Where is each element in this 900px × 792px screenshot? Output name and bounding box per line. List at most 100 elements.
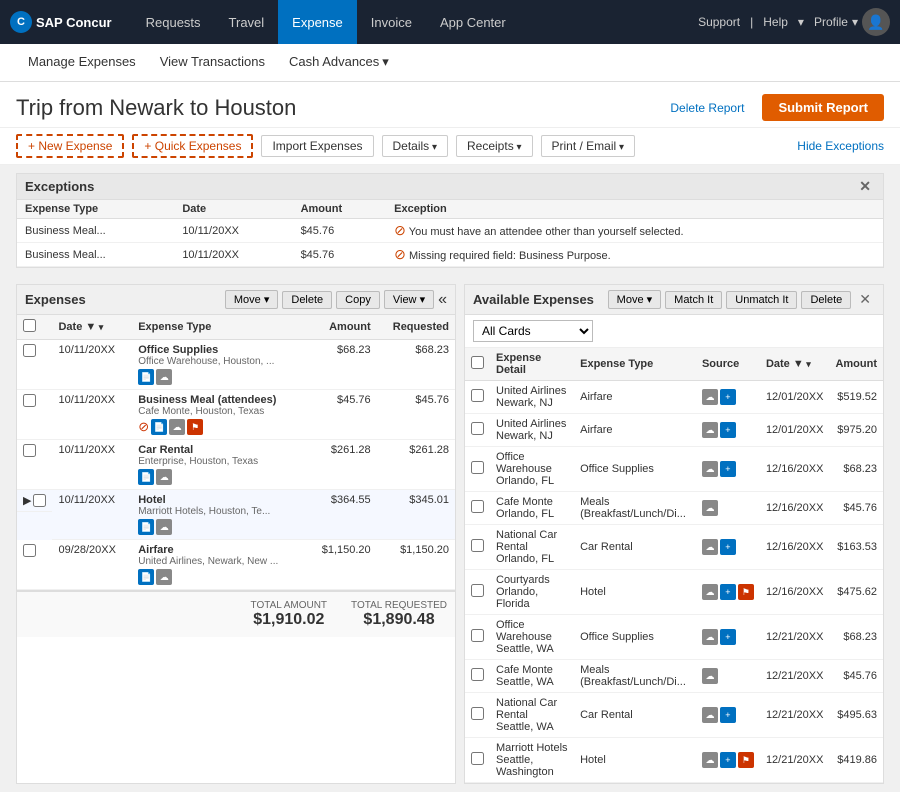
sub-nav-view-transactions[interactable]: View Transactions — [148, 44, 277, 82]
receipt-icon[interactable]: 📄 — [151, 419, 167, 435]
cloud-icon[interactable]: ☁ — [702, 752, 718, 768]
available-unmatch-button[interactable]: Unmatch It — [726, 291, 797, 309]
receipt-icon[interactable]: 📄 — [138, 569, 154, 585]
cloud-icon[interactable]: ☁ — [702, 539, 718, 555]
avail-checkbox-9[interactable] — [471, 752, 484, 765]
cloud-icon[interactable]: ☁ — [156, 569, 172, 585]
table-row: 10/11/20XX Office Supplies Office Wareho… — [17, 340, 455, 390]
cloud-icon[interactable]: ☁ — [702, 422, 718, 438]
receipt-icon[interactable]: 📄 — [138, 519, 154, 535]
collapse-icon[interactable]: « — [438, 291, 447, 309]
flag-icon[interactable]: ⚑ — [738, 752, 754, 768]
hide-exceptions-link[interactable]: Hide Exceptions — [797, 139, 884, 153]
nav-app-center[interactable]: App Center — [426, 0, 520, 44]
avail-checkbox-3[interactable] — [471, 500, 484, 513]
cloud-icon[interactable]: ☁ — [156, 519, 172, 535]
nav-invoice[interactable]: Invoice — [357, 0, 426, 44]
row-checkbox-3[interactable] — [23, 444, 36, 457]
receipt-icon[interactable]: 📄 — [138, 369, 154, 385]
plus-icon[interactable]: + — [720, 461, 736, 477]
expand-icon[interactable]: ▶ — [23, 494, 31, 507]
avail-checkbox-5[interactable] — [471, 584, 484, 597]
row-type-4: Hotel Marriott Hotels, Houston, Te... 📄 … — [132, 490, 307, 540]
flag-icon[interactable]: ⚑ — [738, 584, 754, 600]
flag-icon[interactable]: ⚑ — [187, 419, 203, 435]
exception-amount-2: $45.76 — [293, 243, 387, 267]
icon-row-5: 📄 ☁ — [138, 569, 301, 585]
table-row: 10/11/20XX Car Rental Enterprise, Housto… — [17, 440, 455, 490]
receipts-button[interactable]: Receipts — [456, 135, 533, 157]
plus-icon[interactable]: + — [720, 629, 736, 645]
sub-nav-manage-expenses[interactable]: Manage Expenses — [16, 44, 148, 82]
row-date-5: 09/28/20XX — [52, 540, 132, 590]
print-email-button[interactable]: Print / Email — [541, 135, 636, 157]
row-checkbox-2[interactable] — [23, 394, 36, 407]
row-checkbox-1[interactable] — [23, 344, 36, 357]
row-checkbox-5[interactable] — [23, 544, 36, 557]
nav-travel[interactable]: Travel — [215, 0, 279, 44]
avail-select-all[interactable] — [471, 356, 484, 369]
plus-icon[interactable]: + — [720, 584, 736, 600]
delete-report-button[interactable]: Delete Report — [662, 97, 752, 119]
cloud-icon[interactable]: ☁ — [702, 584, 718, 600]
total-amount-value: $1,910.02 — [251, 611, 328, 629]
plus-icon[interactable]: + — [720, 539, 736, 555]
avail-row-date: 12/16/20XX — [760, 570, 830, 615]
plus-icon[interactable]: + — [720, 389, 736, 405]
plus-icon[interactable]: + — [720, 752, 736, 768]
plus-icon[interactable]: + — [720, 422, 736, 438]
new-expense-button[interactable]: + New Expense — [16, 134, 124, 158]
row-requested-5: $1,150.20 — [377, 540, 455, 590]
expenses-copy-button[interactable]: Copy — [336, 291, 380, 309]
cloud-icon[interactable]: ☁ — [702, 668, 718, 684]
cloud-icon[interactable]: ☁ — [156, 469, 172, 485]
available-table-row: National Car Rental Orlando, FLCar Renta… — [465, 525, 883, 570]
warning-icon-2: ⊘ — [394, 246, 406, 262]
expenses-delete-button[interactable]: Delete — [282, 291, 332, 309]
quick-expenses-button[interactable]: + Quick Expenses — [132, 134, 253, 158]
avail-checkbox-0[interactable] — [471, 389, 484, 402]
avail-checkbox-1[interactable] — [471, 422, 484, 435]
receipt-icon[interactable]: 📄 — [138, 469, 154, 485]
cloud-icon[interactable]: ☁ — [702, 461, 718, 477]
header-actions: Delete Report Submit Report — [662, 94, 884, 121]
cloud-icon[interactable]: ☁ — [702, 629, 718, 645]
avail-checkbox-2[interactable] — [471, 461, 484, 474]
cloud-icon[interactable]: ☁ — [169, 419, 185, 435]
expenses-move-button[interactable]: Move — [225, 290, 278, 309]
help-link[interactable]: Help — [763, 15, 788, 29]
details-button[interactable]: Details — [382, 135, 449, 157]
avail-checkbox-6[interactable] — [471, 629, 484, 642]
profile-area[interactable]: Profile ▾ 👤 — [814, 8, 890, 36]
avail-checkbox-8[interactable] — [471, 707, 484, 720]
table-row: 10/11/20XX Business Meal (attendees) Caf… — [17, 390, 455, 440]
support-link[interactable]: Support — [698, 15, 740, 29]
avail-checkbox-7[interactable] — [471, 668, 484, 681]
available-close-button[interactable]: ✕ — [855, 291, 875, 308]
nav-requests[interactable]: Requests — [132, 0, 215, 44]
cloud-icon[interactable]: ☁ — [702, 500, 718, 516]
available-move-button[interactable]: Move — [608, 290, 661, 309]
col-checkbox — [17, 315, 52, 340]
exceptions-close-button[interactable]: ✕ — [855, 178, 875, 195]
brand-name: SAP Concur — [36, 15, 112, 30]
submit-report-button[interactable]: Submit Report — [762, 94, 884, 121]
avail-row-source: ☁+ — [696, 447, 760, 492]
avail-row-source: ☁+ — [696, 693, 760, 738]
plus-icon[interactable]: + — [720, 707, 736, 723]
cards-filter-select[interactable]: All Cards — [473, 320, 593, 342]
icon-row-3: 📄 ☁ — [138, 469, 301, 485]
available-match-button[interactable]: Match It — [665, 291, 722, 309]
row-checkbox-4[interactable] — [33, 494, 46, 507]
avail-checkbox-4[interactable] — [471, 539, 484, 552]
sub-nav-cash-advances[interactable]: Cash Advances ▾ — [277, 44, 401, 82]
cloud-icon[interactable]: ☁ — [702, 389, 718, 405]
nav-expense[interactable]: Expense — [278, 0, 357, 44]
select-all-checkbox[interactable] — [23, 319, 36, 332]
available-delete-button[interactable]: Delete — [801, 291, 851, 309]
expenses-view-button[interactable]: View — [384, 290, 434, 309]
import-expenses-button[interactable]: Import Expenses — [261, 135, 373, 157]
cloud-icon[interactable]: ☁ — [702, 707, 718, 723]
cloud-icon[interactable]: ☁ — [156, 369, 172, 385]
expenses-panel-header: Expenses Move Delete Copy View « — [17, 285, 455, 315]
